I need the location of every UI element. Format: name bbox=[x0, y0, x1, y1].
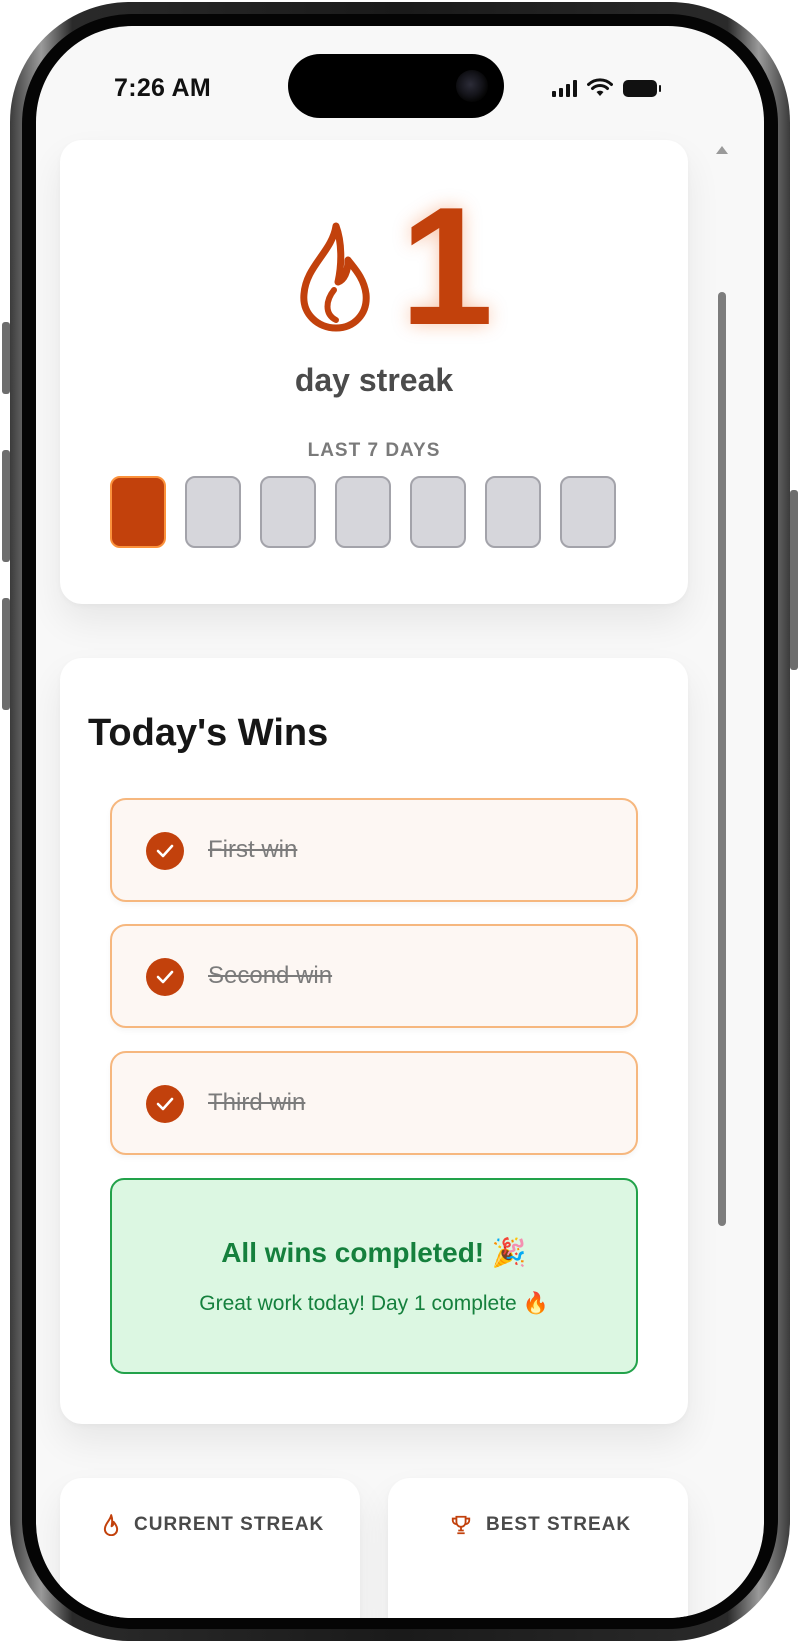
day-box bbox=[335, 476, 391, 548]
day-box bbox=[560, 476, 616, 548]
todays-wins-title: Today's Wins bbox=[88, 712, 329, 754]
battery-icon bbox=[623, 79, 661, 97]
best-streak-card: BEST STREAK bbox=[388, 1478, 688, 1618]
check-icon[interactable] bbox=[146, 1085, 184, 1123]
win-item[interactable]: Second win bbox=[110, 924, 638, 1028]
day-box bbox=[110, 476, 166, 548]
completion-title: All wins completed! 🎉 bbox=[221, 1237, 527, 1268]
cellular-signal-icon bbox=[552, 79, 577, 97]
camera-icon bbox=[456, 70, 488, 102]
current-streak-label: CURRENT STREAK bbox=[134, 1514, 325, 1535]
win-label: Third win bbox=[208, 1089, 306, 1116]
day-box bbox=[410, 476, 466, 548]
completion-subtitle: Great work today! Day 1 complete 🔥 bbox=[199, 1292, 549, 1315]
trophy-icon bbox=[451, 1515, 471, 1535]
check-icon[interactable] bbox=[146, 958, 184, 996]
dynamic-island bbox=[288, 54, 504, 118]
win-label: Second win bbox=[208, 962, 333, 989]
scroll-up-arrow-icon[interactable] bbox=[716, 146, 728, 154]
power-button bbox=[790, 490, 798, 670]
streak-card: 1 day streak LAST 7 DAYS bbox=[60, 140, 688, 604]
win-item[interactable]: Third win bbox=[110, 1051, 638, 1155]
volume-up-button bbox=[2, 450, 10, 562]
all-wins-completed-banner: All wins completed! 🎉 Great work today! … bbox=[110, 1178, 638, 1374]
win-item[interactable]: First win bbox=[110, 798, 638, 902]
flame-icon bbox=[103, 1514, 119, 1536]
day-box bbox=[260, 476, 316, 548]
last-7-days-label: LAST 7 DAYS bbox=[307, 440, 441, 461]
best-streak-label: BEST STREAK bbox=[486, 1514, 632, 1535]
volume-down-button bbox=[2, 598, 10, 710]
wifi-icon bbox=[587, 78, 613, 96]
streak-label: day streak bbox=[294, 362, 454, 398]
streak-count: 1 bbox=[400, 172, 494, 360]
current-streak-card: CURRENT STREAK bbox=[60, 1478, 360, 1618]
scrollbar-thumb[interactable] bbox=[718, 292, 726, 1226]
check-icon[interactable] bbox=[146, 832, 184, 870]
last-7-days-row bbox=[110, 476, 616, 548]
status-icons bbox=[552, 76, 661, 100]
best-streak-header: BEST STREAK bbox=[450, 1514, 631, 1536]
app-screen: 7:26 AM 1 day streak LAST 7 DAYS Today's… bbox=[36, 26, 764, 1618]
status-time: 7:26 AM bbox=[114, 74, 212, 102]
current-streak-header: CURRENT STREAK bbox=[102, 1514, 324, 1536]
flame-icon bbox=[300, 222, 370, 332]
day-box bbox=[485, 476, 541, 548]
day-box bbox=[185, 476, 241, 548]
win-label: First win bbox=[208, 836, 298, 863]
action-button bbox=[2, 322, 10, 394]
